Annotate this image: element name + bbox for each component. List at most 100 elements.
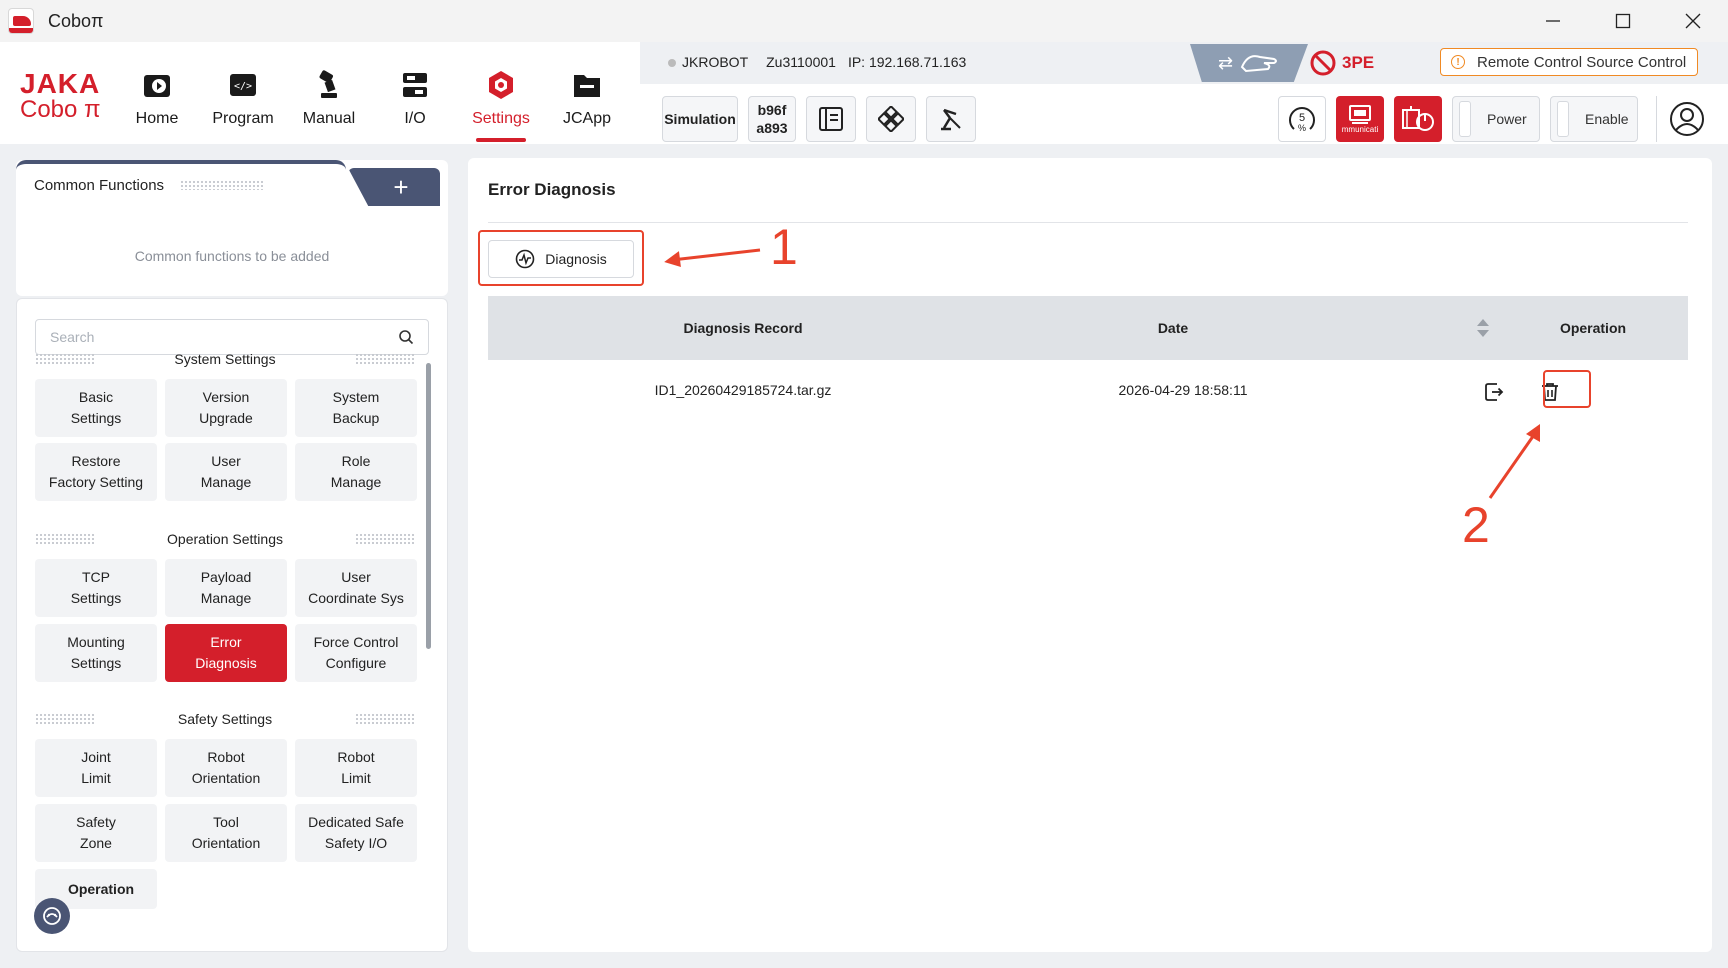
toolbar: Simulation b96f a893	[662, 96, 976, 142]
nav-settings-label: Settings	[472, 110, 530, 127]
log-icon	[819, 107, 843, 131]
hand-guide-badge[interactable]: ⇄	[1190, 44, 1308, 82]
common-functions-tab[interactable]: Common Functions	[16, 160, 346, 206]
nav-program[interactable]: </> Program	[200, 62, 286, 144]
enable-switch	[1557, 101, 1569, 137]
date-cell: 2026-04-29 18:58:11	[1118, 382, 1248, 398]
logo-subtext: Cobo π	[20, 96, 101, 123]
nodes-icon	[878, 106, 904, 132]
annotation-highlight-2	[1543, 370, 1591, 408]
close-button[interactable]	[1658, 0, 1728, 42]
user-manage-button[interactable]: User Manage	[165, 443, 287, 501]
error-diagnosis-button[interactable]: Error Diagnosis	[165, 624, 287, 682]
search-input[interactable]	[50, 329, 380, 345]
user-account-button[interactable]	[1656, 96, 1706, 142]
speed-button[interactable]: 5%	[1278, 96, 1326, 142]
close-icon	[1685, 13, 1701, 29]
force-control-button[interactable]: Force Control Configure	[295, 624, 417, 682]
annotation-step-1: 1	[770, 219, 798, 275]
maximize-icon	[1615, 13, 1631, 29]
settings-scrollbar[interactable]	[426, 363, 431, 649]
title-bar: Coboπ	[0, 0, 1728, 42]
assistant-button[interactable]	[34, 898, 70, 934]
decorative-dots	[180, 180, 265, 190]
enable-toggle[interactable]: Enable	[1550, 96, 1638, 142]
export-button[interactable]	[1478, 376, 1510, 408]
warning-icon: !	[1451, 55, 1465, 69]
mounting-settings-button[interactable]: Mounting Settings	[35, 624, 157, 682]
user-coordinate-button[interactable]: User Coordinate Sys	[295, 559, 417, 617]
power-label: Power	[1487, 111, 1527, 127]
robot-name-status: JKROBOT	[668, 54, 748, 70]
manual-icon	[312, 68, 346, 102]
main-nav: Home </> Program Manual I/O Settings JCA…	[114, 62, 630, 144]
nav-jcapp[interactable]: JCApp	[544, 62, 630, 144]
enable-label: Enable	[1585, 111, 1629, 127]
role-manage-button[interactable]: Role Manage	[295, 443, 417, 501]
window-title: Coboπ	[48, 10, 104, 31]
home-icon	[140, 68, 174, 102]
nav-manual[interactable]: Manual	[286, 62, 372, 144]
hand-guide-icon: ⇄	[1218, 53, 1277, 74]
column-date: Date	[1157, 320, 1189, 336]
sort-icon[interactable]	[1476, 316, 1490, 340]
tool-orientation-button[interactable]: Tool Orientation	[165, 804, 287, 862]
robot-limit-button[interactable]: Robot Limit	[295, 739, 417, 797]
robot-status: JKROBOT Zu3110001 IP: 192.168.71.163	[668, 54, 966, 70]
annotation-step-2: 2	[1462, 497, 1490, 553]
error-diagnosis-panel: Error Diagnosis Diagnosis Diagnosis Reco…	[468, 158, 1712, 952]
robot-serial: Zu3110001	[766, 54, 836, 70]
joint-limit-button[interactable]: Joint Limit	[35, 739, 157, 797]
dedicated-safety-io-button[interactable]: Dedicated Safe Safety I/O	[295, 804, 417, 862]
nav-program-label: Program	[212, 110, 274, 127]
remote-control-label: Remote Control Source Control	[1477, 53, 1687, 71]
settings-icon	[484, 68, 518, 102]
hash-line1: b96f	[757, 102, 787, 118]
communication-button[interactable]: mmunicati	[1336, 96, 1384, 142]
nav-io-label: I/O	[404, 110, 426, 127]
section-system-settings: System Settings	[35, 349, 415, 369]
maximize-button[interactable]	[1588, 0, 1658, 42]
version-hash-button[interactable]: b96f a893	[748, 96, 796, 142]
system-backup-button[interactable]: System Backup	[295, 379, 417, 437]
diagnosis-button[interactable]: Diagnosis	[488, 240, 634, 278]
nav-io[interactable]: I/O	[372, 62, 458, 144]
robot-power-button[interactable]	[1394, 96, 1442, 142]
tpe-label: 3PE	[1342, 53, 1375, 72]
power-switch	[1459, 101, 1471, 137]
nav-home-label: Home	[135, 110, 179, 127]
jaka-logo: JAKA Cobo π	[20, 70, 110, 130]
communication-label: mmunicati	[1341, 124, 1379, 134]
add-icon: +	[393, 171, 409, 202]
section-title: Operation Settings	[167, 531, 283, 547]
diagnosis-button-label: Diagnosis	[545, 251, 607, 267]
nav-home[interactable]: Home	[114, 62, 200, 144]
remote-control-source[interactable]: ! Remote Control Source Control	[1440, 48, 1698, 76]
tcp-settings-button[interactable]: TCP Settings	[35, 559, 157, 617]
nav-manual-label: Manual	[302, 110, 356, 127]
robot-arm-button[interactable]	[926, 96, 976, 142]
svg-text:⇄: ⇄	[1218, 53, 1233, 74]
stop-icon	[1310, 50, 1336, 76]
payload-manage-button[interactable]: Payload Manage	[165, 559, 287, 617]
safety-zone-button[interactable]: Safety Zone	[35, 804, 157, 862]
power-toggle[interactable]: Power	[1452, 96, 1540, 142]
minimize-button[interactable]	[1518, 0, 1588, 42]
simulation-button[interactable]: Simulation	[662, 96, 738, 142]
extension-button[interactable]	[866, 96, 916, 142]
robot-orientation-button[interactable]: Robot Orientation	[165, 739, 287, 797]
version-upgrade-button[interactable]: Version Upgrade	[165, 379, 287, 437]
io-icon	[398, 68, 432, 102]
nav-settings[interactable]: Settings	[458, 62, 544, 144]
restore-factory-button[interactable]: Restore Factory Setting	[35, 443, 157, 501]
section-title: System Settings	[174, 351, 276, 367]
log-button[interactable]	[806, 96, 856, 142]
hash-line2: a893	[756, 120, 788, 136]
settings-menu-panel: System Settings BasicSettings VersionUpg…	[16, 298, 448, 952]
pulse-icon	[515, 249, 535, 269]
robot-ip: IP: 192.168.71.163	[847, 54, 967, 70]
logo-text: JAKA	[20, 68, 101, 99]
robot-power-icon	[1402, 106, 1434, 131]
section-title: Safety Settings	[177, 711, 273, 727]
basic-settings-button[interactable]: Basic Settings	[35, 379, 157, 437]
